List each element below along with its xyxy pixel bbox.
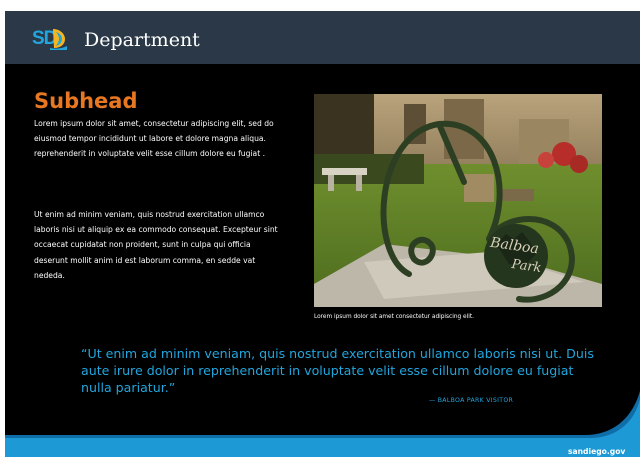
slide-frame: SD Department Subhead Lorem ipsum dolor … (5, 11, 640, 457)
site-link[interactable]: sandiego.gov (568, 447, 625, 456)
footer-band (5, 391, 640, 457)
